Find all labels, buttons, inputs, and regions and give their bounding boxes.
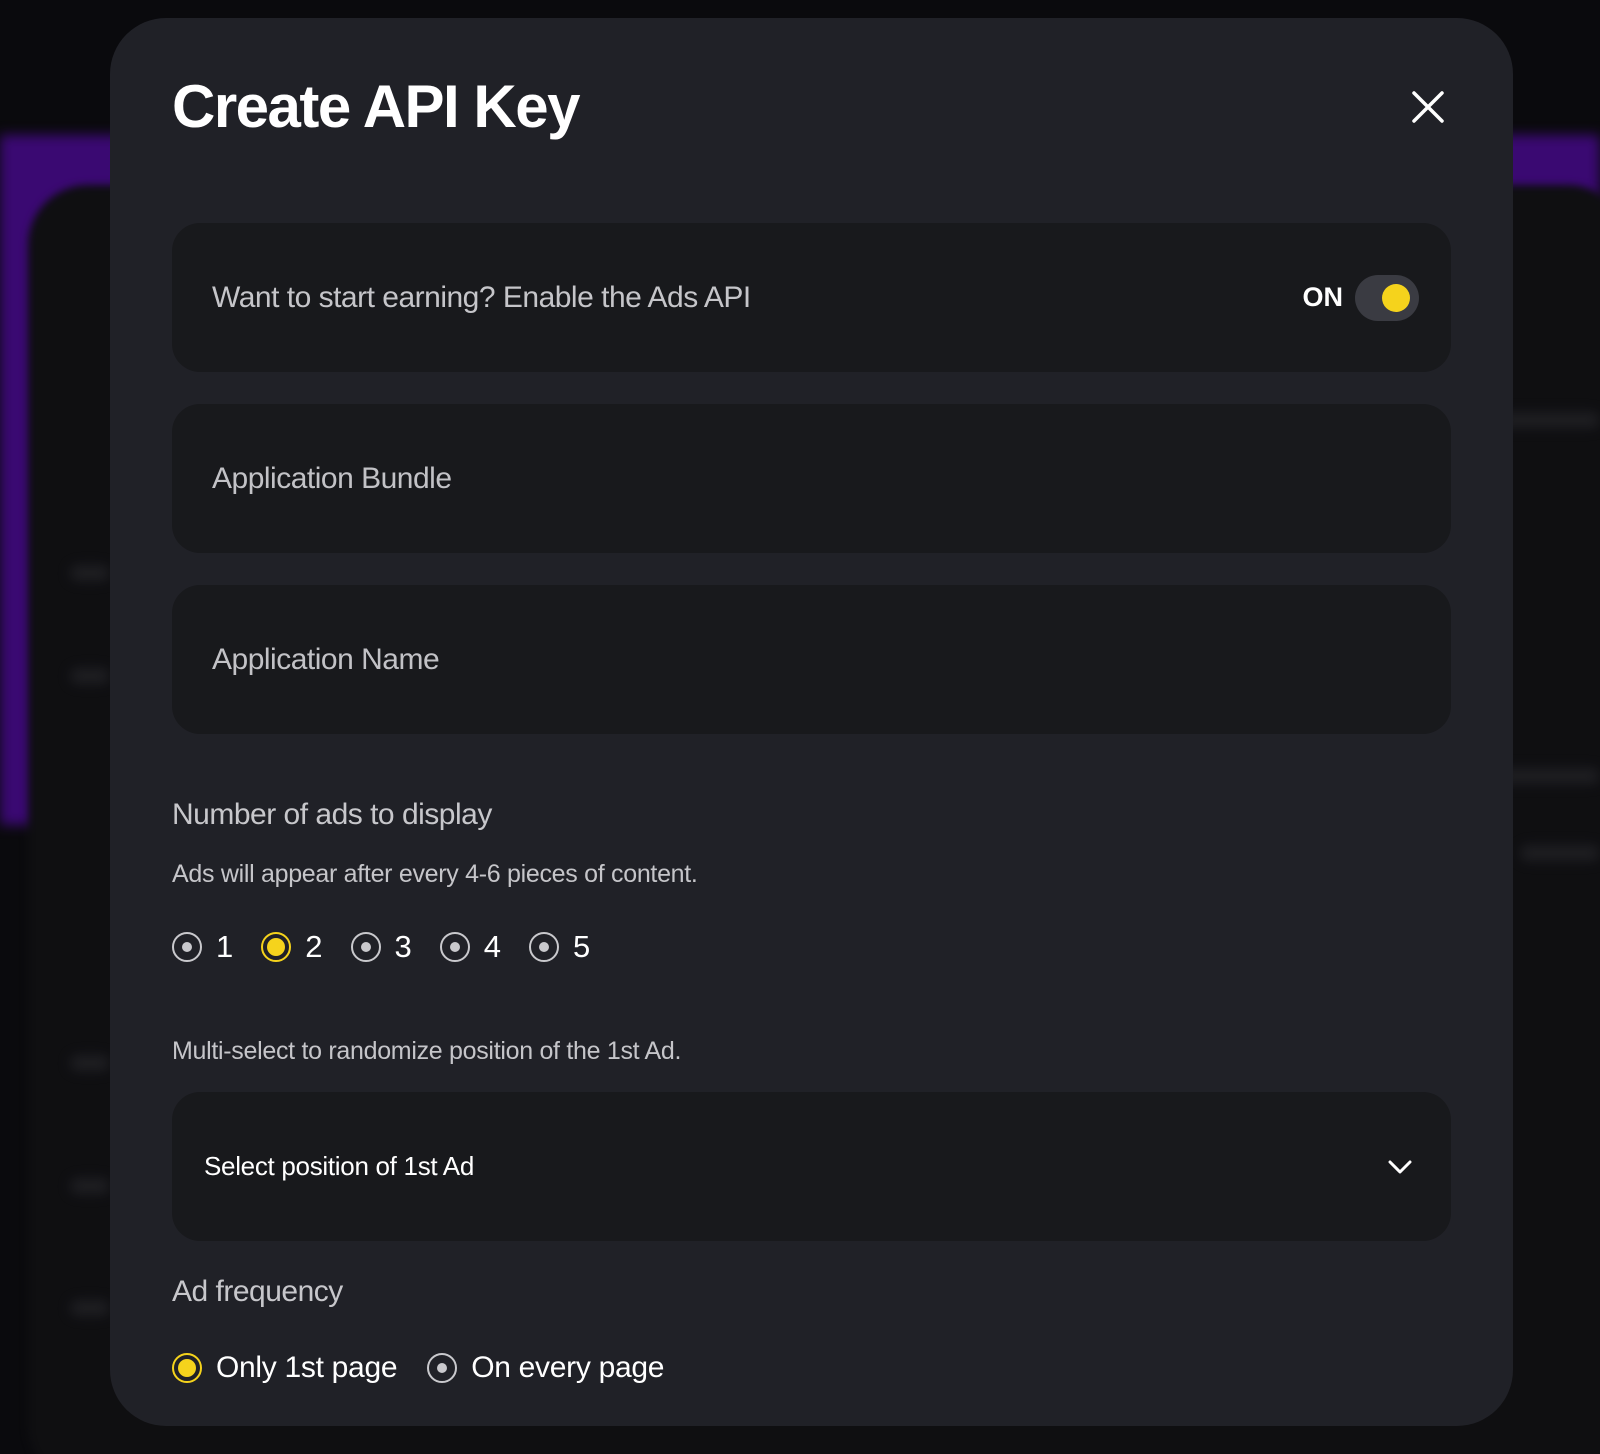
ads-count-description: Ads will appear after every 4-6 pieces o… xyxy=(172,860,698,888)
close-icon xyxy=(1412,90,1444,123)
modal-title: Create API Key xyxy=(172,73,580,140)
ads-count-option-4[interactable]: 4 xyxy=(439,929,501,965)
toggle-knob xyxy=(1382,283,1410,312)
create-api-key-modal: Create API Key Want to start earning? En… xyxy=(110,18,1513,1426)
ads-api-label: Want to start earning? Enable the Ads AP… xyxy=(212,280,751,314)
application-name-field-wrap xyxy=(172,585,1451,734)
ads-count-option-3[interactable]: 3 xyxy=(350,929,412,965)
radio-button xyxy=(529,932,559,962)
radio-label: 2 xyxy=(305,929,323,964)
radio-button xyxy=(172,932,202,962)
radio-button xyxy=(350,932,381,962)
radio-button-selected xyxy=(172,1353,202,1383)
ad-frequency-radio-group: Only 1st page On every page xyxy=(172,1351,1451,1385)
frequency-option-first-page[interactable]: Only 1st page xyxy=(172,1351,398,1385)
toggle-state-label: ON xyxy=(1302,282,1344,312)
ads-count-option-1[interactable]: 1 xyxy=(172,929,233,965)
ad-frequency-heading: Ad frequency xyxy=(172,1275,343,1308)
close-button[interactable] xyxy=(1403,82,1453,132)
ads-count-radio-group: 1 2 3 4 5 xyxy=(172,929,1451,965)
ads-api-toggle[interactable] xyxy=(1355,274,1419,321)
radio-button-selected xyxy=(261,932,292,962)
frequency-option-every-page[interactable]: On every page xyxy=(427,1351,664,1385)
radio-label: On every page xyxy=(471,1351,665,1384)
first-ad-position-select[interactable]: Select position of 1st Ad xyxy=(172,1092,1451,1241)
radio-label: 5 xyxy=(573,929,591,964)
modal-header: Create API Key xyxy=(172,18,1451,223)
radio-label: Only 1st page xyxy=(216,1351,398,1384)
application-bundle-field-wrap xyxy=(172,404,1451,553)
position-hint: Multi-select to randomize position of th… xyxy=(172,1037,682,1065)
radio-button xyxy=(439,932,470,962)
select-placeholder: Select position of 1st Ad xyxy=(204,1151,475,1181)
ads-count-option-2[interactable]: 2 xyxy=(261,929,323,965)
chevron-down-icon xyxy=(1385,1152,1415,1182)
application-name-input[interactable] xyxy=(212,642,1411,677)
ads-count-option-5[interactable]: 5 xyxy=(529,929,590,965)
radio-label: 1 xyxy=(216,929,234,964)
radio-button xyxy=(427,1353,458,1383)
application-bundle-input[interactable] xyxy=(212,461,1411,496)
ads-api-toggle-group: ON xyxy=(1302,274,1419,321)
ads-api-panel: Want to start earning? Enable the Ads AP… xyxy=(172,223,1451,372)
radio-label: 4 xyxy=(483,929,501,964)
radio-label: 3 xyxy=(394,929,412,964)
ads-count-heading: Number of ads to display xyxy=(172,798,492,831)
